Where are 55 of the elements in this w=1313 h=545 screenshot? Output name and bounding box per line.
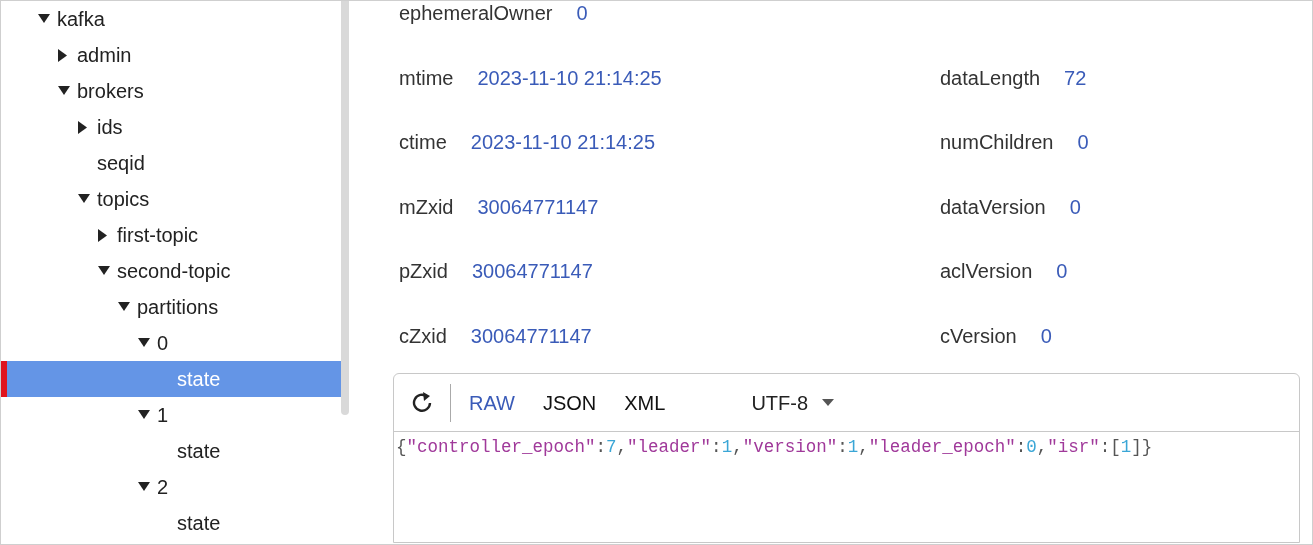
- collapse-triangle-icon[interactable]: [38, 14, 50, 24]
- tree-item[interactable]: brokers: [1, 73, 341, 109]
- expand-triangle-icon[interactable]: [78, 120, 87, 134]
- format-tab[interactable]: XML: [624, 387, 666, 418]
- tree-item[interactable]: seqid: [1, 145, 341, 181]
- collapse-triangle-icon[interactable]: [138, 482, 150, 492]
- collapse-triangle-icon[interactable]: [138, 410, 150, 420]
- property-value: 30064771147: [470, 323, 592, 349]
- tree-item[interactable]: 0: [1, 325, 341, 361]
- property-label: cVersion: [940, 323, 1017, 349]
- format-tab[interactable]: JSON: [542, 387, 597, 418]
- collapse-triangle-icon[interactable]: [118, 302, 130, 312]
- tree-item[interactable]: state: [1, 505, 341, 541]
- format-tab[interactable]: RAW: [469, 387, 515, 418]
- property-label: mtime: [399, 65, 454, 91]
- collapse-triangle-icon[interactable]: [98, 266, 110, 276]
- property-label: ctime: [399, 130, 447, 156]
- property-label: numChildren: [940, 130, 1054, 156]
- caret-icon: [822, 399, 835, 406]
- encoding-dropdown[interactable]: UTF-8: [751, 387, 835, 418]
- tree-item[interactable]: second-topic: [1, 253, 341, 289]
- property-value: 72: [1064, 65, 1087, 91]
- property-value: 30064771147: [477, 194, 599, 220]
- expand-triangle-icon[interactable]: [58, 48, 67, 62]
- code-text: {"controller_epoch":7,"leader":1,"version":1,"leader_epoch":0,"isr":[1]}: [395, 436, 1154, 459]
- property-label: pZxid: [399, 259, 448, 285]
- property-label: mZxid: [399, 194, 454, 220]
- expand-triangle-icon[interactable]: [98, 228, 107, 242]
- property-value: 0: [1040, 323, 1052, 349]
- property-value: 0: [576, 1, 588, 27]
- property-value: 2023-11-10 21:14:25: [477, 65, 662, 91]
- property-label: aclVersion: [940, 259, 1033, 285]
- tree-item[interactable]: 2: [1, 469, 341, 505]
- property-label: cZxid: [399, 323, 447, 349]
- property-value: 0: [1069, 194, 1081, 220]
- property-value: 0: [1077, 130, 1089, 156]
- tree-item[interactable]: first-topic: [1, 217, 341, 253]
- property-label: dataLength: [940, 65, 1041, 91]
- tree-item[interactable]: topics: [1, 181, 341, 217]
- collapse-triangle-icon[interactable]: [78, 194, 90, 204]
- refresh-icon[interactable]: [412, 390, 434, 415]
- tree-item[interactable]: state: [1, 433, 341, 469]
- tree-item[interactable]: 1: [1, 397, 341, 433]
- collapse-triangle-icon[interactable]: [138, 338, 150, 348]
- scrollbar[interactable]: [341, 1, 349, 415]
- tree-item[interactable]: kafka: [1, 1, 341, 37]
- property-value: 30064771147: [471, 259, 593, 285]
- property-label: ephemeralOwner: [399, 1, 553, 27]
- property-value: 0: [1056, 259, 1068, 285]
- tree-item[interactable]: ids: [1, 109, 341, 145]
- property-value: 2023-11-10 21:14:25: [470, 130, 656, 156]
- tree-item[interactable]: partitions: [1, 289, 341, 325]
- property-label: dataVersion: [940, 194, 1046, 220]
- tree-item[interactable]: admin: [1, 37, 341, 73]
- collapse-triangle-icon[interactable]: [58, 86, 70, 96]
